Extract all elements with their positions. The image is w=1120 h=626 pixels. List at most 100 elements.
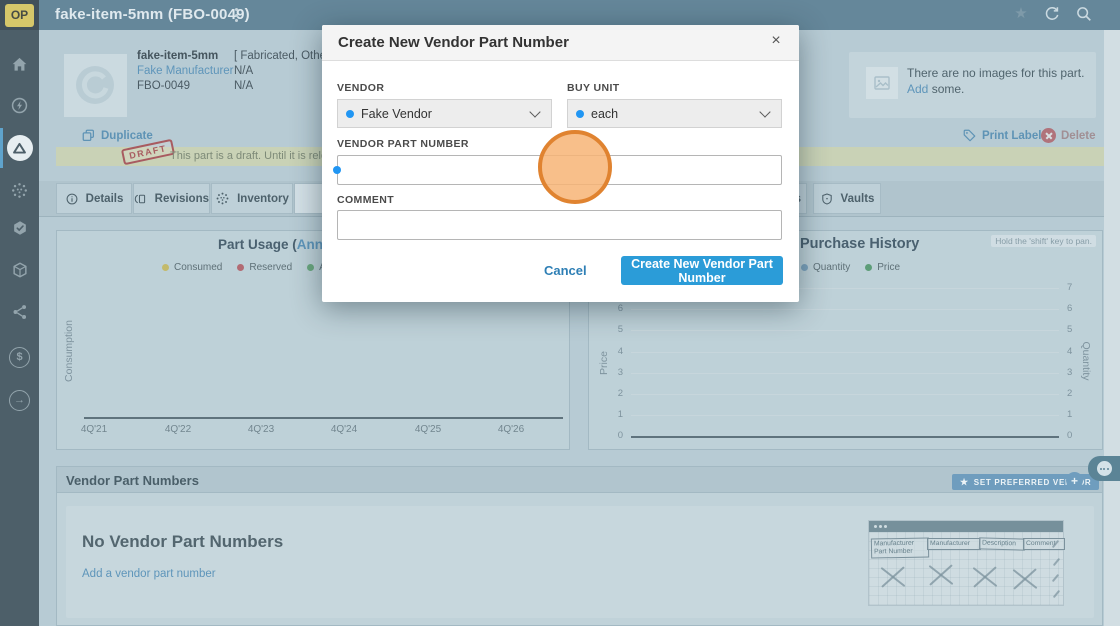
purchase-history-title: Purchase History [800,236,919,252]
apps-dots-icon [10,181,29,200]
y-tick-right: 2 [1067,388,1085,399]
y-tick-left: 6 [605,303,623,314]
sidebar-item-apps[interactable] [0,170,39,210]
star-icon: ★ [960,477,969,488]
favorite-star-icon[interactable]: ★ [1011,4,1031,26]
page-title: fake-item-5mm (FBO-0049) [55,6,250,23]
gridline [631,394,1059,395]
home-icon [10,55,29,74]
x-tick: 4Q'24 [322,424,366,435]
shield-icon [820,192,834,206]
required-dot-icon [333,166,341,174]
page-scrollbar[interactable] [1104,30,1120,626]
vendor-section-title: Vendor Part Numbers [66,473,199,488]
legend-item-reserved: Reserved [237,262,292,273]
y-tick-right: 6 [1067,303,1085,314]
y-axis-label-quantity: Quantity [1080,326,1092,396]
sidebar-item-billing[interactable]: $ [0,337,39,377]
part-value-3: N/A [234,80,253,92]
y-tick-left: 3 [605,367,623,378]
hexagon-check-icon [11,219,29,237]
buy-unit-select[interactable]: each [567,99,782,128]
comment-textarea[interactable] [337,210,782,240]
illustration-x-mark [879,563,907,591]
sidebar-item-inventory-box[interactable] [0,250,39,290]
x-tick: 4Q'26 [489,424,533,435]
comment-label: COMMENT [337,194,394,206]
part-number: FBO-0049 [137,80,190,92]
y-axis-label-price: Price [598,333,610,393]
apps-dots-icon [215,191,230,206]
duplicate-button[interactable]: Duplicate [81,128,153,143]
gridline [631,309,1059,310]
sidebar-item-parts[interactable] [0,128,39,168]
chat-widget-tab[interactable] [1088,456,1120,481]
sidebar-item-go[interactable]: → [0,380,39,420]
chevron-down-icon [529,106,540,117]
illustration-column: Description [979,537,1025,550]
tab-revisions[interactable]: Revisions [133,183,210,214]
dollar-icon: $ [9,347,30,368]
sidebar-item-home[interactable] [0,44,39,84]
tag-icon [962,128,977,143]
illustration-mark [1052,574,1059,582]
y-tick-left: 4 [605,346,623,357]
gridline [631,330,1059,331]
required-dot-icon [346,110,354,118]
sidebar-item-quality[interactable] [0,208,39,248]
close-icon[interactable]: × [767,32,785,50]
gridline [631,415,1059,416]
app-window: fake-item-5mm (FBO-0049) ★ OP [0,0,1120,626]
illustration-x-mark [971,563,999,591]
buy-unit-label: BUY UNIT [567,82,620,94]
empty-state-title: No Vendor Part Numbers [82,532,283,552]
vendor-section-body: No Vendor Part Numbers Add a vendor part… [56,493,1103,626]
y-tick-right: 5 [1067,324,1085,335]
tab-inventory[interactable]: Inventory [211,183,293,214]
search-icon[interactable] [1075,5,1093,23]
delete-button[interactable]: Delete [1041,128,1096,143]
print-label-button[interactable]: Print Label [962,128,1041,143]
chat-bubble-icon [1097,461,1112,476]
illustration-x-mark [1011,565,1039,593]
parts-icon [7,135,33,161]
part-manufacturer-link[interactable]: Fake Manufacturer [137,65,234,77]
legend-item-quantity: Quantity [801,262,850,273]
app-logo[interactable]: OP [5,4,34,27]
x-tick: 4Q'23 [239,424,283,435]
tab-vaults[interactable]: Vaults [813,183,881,214]
sidebar-item-dashboard[interactable] [0,85,39,125]
cube-icon [11,261,29,279]
y-tick-left: 1 [605,409,623,420]
pan-hint: Hold the 'shift' key to pan. [991,235,1096,247]
share-network-icon [11,303,29,321]
add-vendor-part-button[interactable]: + [1066,472,1083,489]
illustration-column: Manufacturer [927,538,981,550]
y-tick-right: 4 [1067,346,1085,357]
add-images-link[interactable]: Add [907,82,928,96]
revisions-icon [134,192,148,206]
vendor-empty-state: No Vendor Part Numbers Add a vendor part… [66,506,1094,618]
create-vendor-part-submit-button[interactable]: Create New Vendor Part Number [621,256,783,285]
tab-details[interactable]: Details [56,183,132,214]
vendor-part-number-label: VENDOR PART NUMBER [337,138,469,150]
kebab-menu-icon[interactable] [235,8,239,23]
create-vendor-part-modal: Create New Vendor Part Number × VENDOR F… [322,25,799,302]
add-vendor-part-link[interactable]: Add a vendor part number [82,568,216,580]
vendor-part-number-input[interactable] [337,155,782,185]
illustration-x-mark [927,561,955,589]
refresh-icon[interactable] [1043,5,1061,23]
y-tick-left: 0 [605,430,623,441]
part-type: [ Fabricated, Other ] [234,50,336,62]
part-thumbnail[interactable] [64,54,127,117]
gridline [631,373,1059,374]
vendor-select[interactable]: Fake Vendor [337,99,552,128]
cancel-button[interactable]: Cancel [544,263,587,278]
illustration-column: Comment [1023,538,1065,550]
x-tick: 4Q'22 [156,424,200,435]
y-tick-right: 3 [1067,367,1085,378]
plus-icon: + [1071,474,1078,488]
vendor-section-header: Vendor Part Numbers ★ SET PREFERRED VEND… [56,466,1103,493]
sidebar-item-share[interactable] [0,292,39,332]
copy-icon [81,128,96,143]
